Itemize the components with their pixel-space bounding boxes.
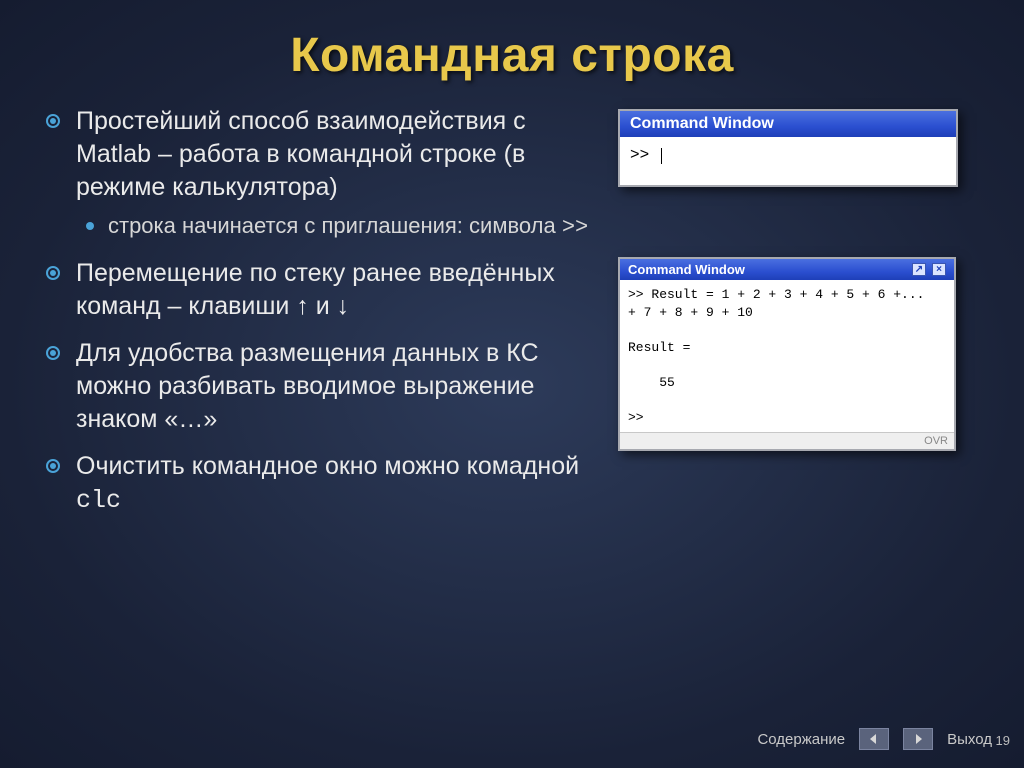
slide: Командная строка Простейший способ взаим… <box>0 0 1024 768</box>
text-cursor-icon <box>661 148 662 164</box>
window-body: >> <box>620 137 956 185</box>
titlebar-buttons: ↗ × <box>912 263 946 276</box>
toc-link[interactable]: Содержание <box>757 731 845 748</box>
bullet-text: Простейший способ взаимодействия с Matla… <box>76 107 526 201</box>
page-number: 19 <box>996 733 1010 748</box>
bullet-text: Очистить командное окно можно комадной <box>76 452 579 480</box>
prompt: >> <box>630 146 659 164</box>
bullet-item: Простейший способ взаимодействия с Matla… <box>40 105 600 243</box>
sub-code: >> <box>562 215 588 240</box>
bullet-list: Простейший способ взаимодействия с Matla… <box>40 105 600 517</box>
window-title: Command Window <box>628 262 745 277</box>
close-icon[interactable]: × <box>932 263 946 276</box>
prev-button[interactable] <box>859 728 889 750</box>
command-window-simple: Command Window >> <box>618 109 958 187</box>
window-body: >> Result = 1 + 2 + 3 + 4 + 5 + 6 +... +… <box>620 280 954 432</box>
image-column: Command Window >> Command Window ↗ × >> … <box>618 105 984 531</box>
bullet-item: Перемещение по стеку ранее введённых ком… <box>40 257 600 323</box>
sub-item: строка начинается с приглашения: символа… <box>82 212 600 243</box>
content-columns: Простейший способ взаимодействия с Matla… <box>40 105 984 531</box>
slide-title: Командная строка <box>40 28 984 83</box>
sub-list: строка начинается с приглашения: символа… <box>82 212 600 243</box>
bullet-item: Очистить командное окно можно комадной c… <box>40 450 600 517</box>
bullet-text: Перемещение по стеку ранее введённых ком… <box>76 259 555 320</box>
status-ovr: OVR <box>924 435 948 447</box>
undock-icon[interactable]: ↗ <box>912 263 926 276</box>
window-title: Command Window <box>630 115 774 133</box>
bullet-code: clc <box>76 486 121 515</box>
bullet-text: Для удобства размещения данных в КС можн… <box>76 339 539 433</box>
window-titlebar: Command Window <box>620 111 956 137</box>
sub-text: строка начинается с приглашения: символа <box>108 213 562 238</box>
slide-footer: Содержание Выход <box>757 728 992 750</box>
command-window-example: Command Window ↗ × >> Result = 1 + 2 + 3… <box>618 257 956 451</box>
arrow-left-icon <box>868 733 880 745</box>
text-column: Простейший способ взаимодействия с Matla… <box>40 105 600 531</box>
bullet-item: Для удобства размещения данных в КС можн… <box>40 337 600 436</box>
window-statusbar: OVR <box>620 432 954 449</box>
arrow-right-icon <box>912 733 924 745</box>
exit-link[interactable]: Выход <box>947 731 992 748</box>
next-button[interactable] <box>903 728 933 750</box>
window-titlebar: Command Window ↗ × <box>620 259 954 280</box>
